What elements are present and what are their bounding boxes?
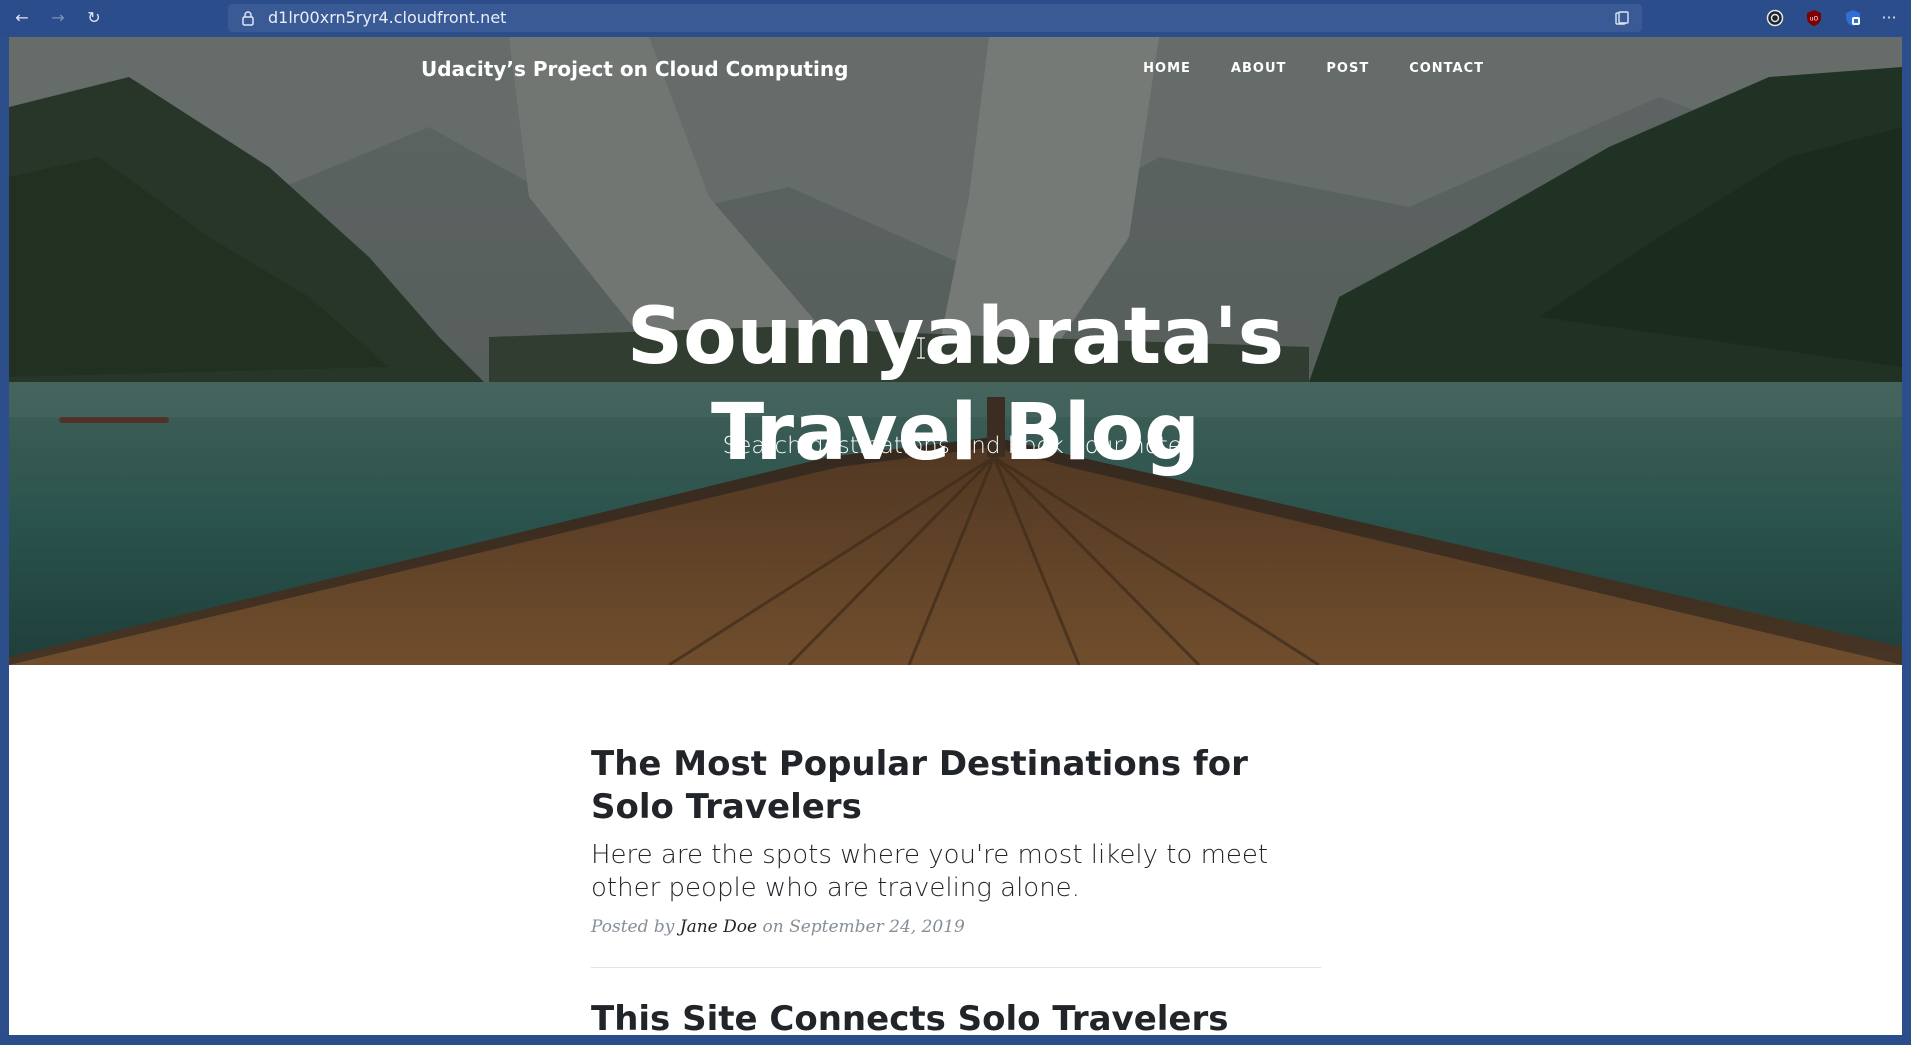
ublock-shield-icon[interactable]: uO [1805, 9, 1823, 27]
post-subtitle[interactable]: Here are the spots where you're most lik… [591, 839, 1321, 905]
post-divider [591, 967, 1321, 968]
browser-menu-icon[interactable]: ··· [1877, 6, 1901, 30]
nav-contact[interactable]: CONTACT [1389, 61, 1504, 76]
lock-icon [242, 11, 254, 26]
hero-subtitle: Search destinations and book your hotel [722, 433, 1189, 459]
reader-view-icon[interactable] [1614, 10, 1630, 26]
post-author-link[interactable]: Jane Doe [680, 917, 757, 937]
post-title-link[interactable]: This Site Connects Solo Travelers Who [591, 998, 1321, 1035]
page-viewport: Udacity’s Project on Cloud Computing HOM… [9, 37, 1902, 1035]
privacy-shield-icon[interactable] [1844, 9, 1862, 27]
extension-circle-icon[interactable] [1766, 9, 1784, 27]
post-title-link[interactable]: The Most Popular Destinations for Solo T… [591, 743, 1321, 829]
post-preview: The Most Popular Destinations for Solo T… [591, 743, 1321, 937]
address-bar[interactable]: d1lr00xrn5ryr4.cloudfront.net [228, 4, 1642, 32]
forward-arrow-icon[interactable]: → [46, 6, 70, 30]
url-text: d1lr00xrn5ryr4.cloudfront.net [268, 8, 507, 27]
nav-about[interactable]: ABOUT [1211, 61, 1306, 76]
post-meta-date: on September 24, 2019 [762, 917, 965, 937]
hero-title-line-1: Soumyabrata's [626, 292, 1285, 383]
main-nav: HOME ABOUT POST CONTACT [1123, 61, 1504, 76]
back-arrow-icon[interactable]: ← [10, 6, 34, 30]
post-meta: Posted by Jane Doe on September 24, 2019 [591, 917, 1321, 937]
text-cursor-icon [917, 337, 925, 359]
post-preview: This Site Connects Solo Travelers Who [591, 998, 1321, 1035]
post-meta-prefix: Posted by [591, 917, 675, 937]
svg-text:uO: uO [1810, 16, 1819, 23]
browser-toolbar: ← → ↻ d1lr00xrn5ryr4.cloudfront.net uO ·… [0, 0, 1911, 36]
site-brand-link[interactable]: Udacity’s Project on Cloud Computing [421, 57, 848, 81]
masthead: Udacity’s Project on Cloud Computing HOM… [9, 37, 1902, 665]
nav-home[interactable]: HOME [1123, 61, 1211, 76]
post-list: The Most Popular Destinations for Solo T… [591, 743, 1321, 1035]
reload-icon[interactable]: ↻ [82, 6, 106, 30]
browser-bottom-edge [0, 1035, 1911, 1045]
nav-post[interactable]: POST [1306, 61, 1389, 76]
